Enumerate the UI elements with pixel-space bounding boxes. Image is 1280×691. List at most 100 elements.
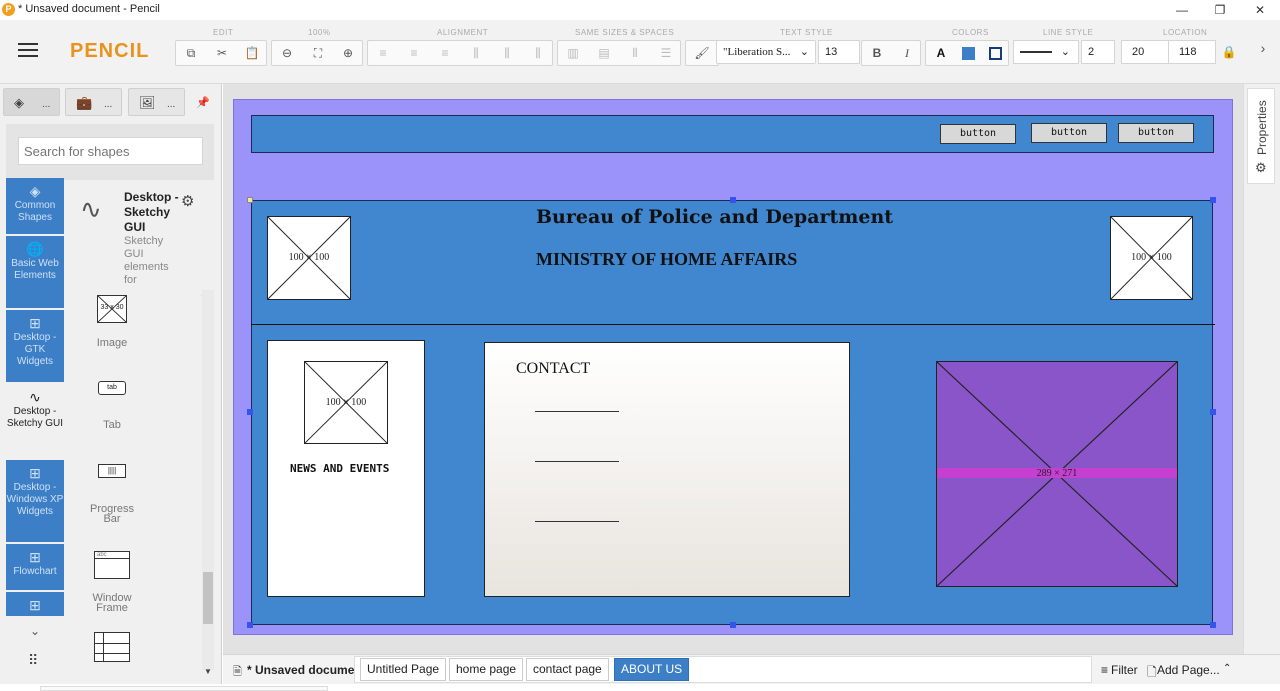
- search-input[interactable]: [18, 137, 203, 165]
- contact-card[interactable]: [484, 342, 850, 597]
- shape-label: Window Frame: [92, 592, 132, 614]
- page-subheading[interactable]: MINISTRY OF HOME AFFAIRS: [536, 249, 797, 270]
- contact-line-1[interactable]: [535, 411, 619, 412]
- location-group-label: LOCATION: [1163, 28, 1208, 37]
- selection-handle[interactable]: [247, 622, 253, 628]
- zoom-out-icon[interactable]: ⊖: [272, 41, 302, 65]
- selection-handle[interactable]: [247, 197, 253, 203]
- category-gtk[interactable]: ⊞ Desktop - GTK Widgets: [6, 310, 64, 382]
- shape-window-frame[interactable]: abc Window Frame: [80, 551, 144, 614]
- category-sketchy-gui[interactable]: ∿ Desktop - Sketchy GUI: [6, 384, 64, 458]
- category-label: Flowchart: [13, 566, 57, 577]
- category-basic-web[interactable]: 🌐 Basic Web Elements: [6, 236, 64, 308]
- selection-handle[interactable]: [1210, 409, 1216, 415]
- selection-handle[interactable]: [1210, 622, 1216, 628]
- category-more[interactable]: ⊞: [6, 592, 64, 616]
- apps-grid-icon[interactable]: ⠿: [28, 652, 38, 669]
- page-tab-home[interactable]: home page: [449, 658, 524, 681]
- shape-image[interactable]: 33 x 30 Image: [80, 295, 144, 349]
- line-style-group-label: LINE STYLE: [1043, 28, 1094, 37]
- category-list: ◈ Common Shapes 🌐 Basic Web Elements ⊞ D…: [6, 178, 64, 678]
- zoom-in-icon[interactable]: ⊕: [333, 41, 363, 65]
- line-style-select[interactable]: ⌄: [1013, 40, 1079, 64]
- news-label[interactable]: NEWS AND EVENTS: [290, 462, 389, 475]
- fit-icon[interactable]: ⛶: [303, 41, 333, 65]
- align-top-icon[interactable]: ⫼: [461, 41, 491, 65]
- text-style-group-label: TEXT STYLE: [780, 28, 833, 37]
- contact-line-2[interactable]: [535, 461, 619, 462]
- page-tab-untitled[interactable]: Untitled Page: [360, 658, 447, 681]
- same-width-icon[interactable]: ▥: [558, 41, 588, 65]
- pin-icon[interactable]: 📌: [196, 96, 210, 109]
- align-right-icon[interactable]: ≡: [430, 41, 460, 65]
- contact-label[interactable]: CONTACT: [516, 360, 590, 378]
- title-bar: P * Unsaved document - Pencil — ❐ ✕: [0, 0, 1280, 20]
- sliders-icon[interactable]: ⚙: [1255, 160, 1267, 176]
- add-page-button[interactable]: Add Page...: [1157, 663, 1220, 677]
- selection-handle[interactable]: [1210, 197, 1216, 203]
- edit-group: ⧉ ✂ 📋: [175, 40, 267, 66]
- font-size-input[interactable]: 13: [818, 40, 860, 64]
- location-y-input[interactable]: 118: [1168, 40, 1216, 64]
- tab-images[interactable]: 🖼 ...: [128, 88, 185, 116]
- category-common-shapes[interactable]: ◈ Common Shapes: [6, 178, 64, 234]
- shape-tab[interactable]: tab Tab: [80, 381, 144, 431]
- gear-icon[interactable]: ⚙: [181, 192, 194, 210]
- scroll-down-icon[interactable]: ▼: [204, 667, 212, 676]
- bold-button[interactable]: B: [862, 41, 892, 65]
- horizontal-scrollbar[interactable]: [40, 686, 328, 691]
- space-h-icon[interactable]: ⫴: [620, 41, 650, 65]
- category-winxp[interactable]: ⊞ Desktop - Windows XP Widgets: [6, 460, 64, 542]
- close-button[interactable]: ✕: [1240, 0, 1280, 20]
- font-family-select[interactable]: "Liberation S... ⌄: [716, 40, 816, 64]
- page-heading[interactable]: Bureau of Police and Department: [536, 206, 893, 228]
- logo-left-placeholder[interactable]: 100 × 100: [267, 216, 351, 300]
- filter-button[interactable]: Filter: [1111, 663, 1138, 677]
- location-x-input[interactable]: 20: [1121, 40, 1169, 64]
- menu-icon[interactable]: [18, 43, 38, 57]
- align-left-icon[interactable]: ≡: [368, 41, 398, 65]
- scrollbar-thumb[interactable]: [203, 572, 213, 624]
- lock-icon[interactable]: 🔒: [1214, 40, 1244, 64]
- large-image-placeholder[interactable]: 289 × 271: [936, 361, 1178, 587]
- line-width-input[interactable]: 2: [1081, 40, 1115, 64]
- copy-icon[interactable]: ⧉: [176, 41, 206, 65]
- chevron-up-icon[interactable]: ⌃: [1223, 663, 1231, 674]
- align-center-icon[interactable]: ≡: [399, 41, 429, 65]
- page-tab-contact[interactable]: contact page: [526, 658, 609, 681]
- category-label: Desktop - GTK Widgets: [13, 332, 57, 367]
- chevron-down-icon[interactable]: ⌄: [30, 624, 40, 638]
- page-tab-about[interactable]: ABOUT US: [614, 658, 690, 681]
- image-icon: 🖼: [139, 95, 156, 110]
- news-image-placeholder[interactable]: 100 × 100: [304, 361, 388, 444]
- category-flowchart[interactable]: ⊞ Flowchart: [6, 544, 64, 590]
- fill-color-button[interactable]: [953, 41, 983, 65]
- tab-shapes[interactable]: ◈ ...: [3, 88, 60, 116]
- header-button-1[interactable]: button: [940, 124, 1016, 144]
- tab-collections[interactable]: 💼 ...: [65, 88, 122, 116]
- header-button-2[interactable]: button: [1031, 123, 1107, 143]
- minimize-button[interactable]: —: [1162, 0, 1202, 20]
- tab-dots: ...: [104, 99, 113, 110]
- align-bottom-icon[interactable]: ⫼: [523, 41, 553, 65]
- shape-table[interactable]: [80, 632, 144, 662]
- paste-icon[interactable]: 📋: [237, 41, 267, 65]
- selection-handle[interactable]: [730, 197, 736, 203]
- format-painter-icon[interactable]: 🖌: [687, 41, 717, 65]
- cut-icon[interactable]: ✂: [207, 41, 237, 65]
- selection-handle[interactable]: [247, 409, 253, 415]
- selection-handle[interactable]: [730, 622, 736, 628]
- align-middle-icon[interactable]: ⫼: [492, 41, 522, 65]
- document-name[interactable]: * Unsaved document: [247, 663, 366, 677]
- logo-right-placeholder[interactable]: 100 × 100: [1110, 216, 1193, 300]
- italic-button[interactable]: I: [892, 41, 922, 65]
- chevron-right-icon[interactable]: ›: [1248, 36, 1278, 60]
- text-color-button[interactable]: A: [926, 41, 956, 65]
- shape-progress-bar[interactable]: |||| Progress Bar: [80, 464, 144, 525]
- contact-line-3[interactable]: [535, 521, 619, 522]
- header-button-3[interactable]: button: [1118, 123, 1194, 143]
- same-height-icon[interactable]: ▤: [589, 41, 619, 65]
- maximize-button[interactable]: ❐: [1200, 0, 1240, 20]
- space-v-icon[interactable]: ☰: [651, 41, 681, 65]
- stroke-color-button[interactable]: [980, 41, 1010, 65]
